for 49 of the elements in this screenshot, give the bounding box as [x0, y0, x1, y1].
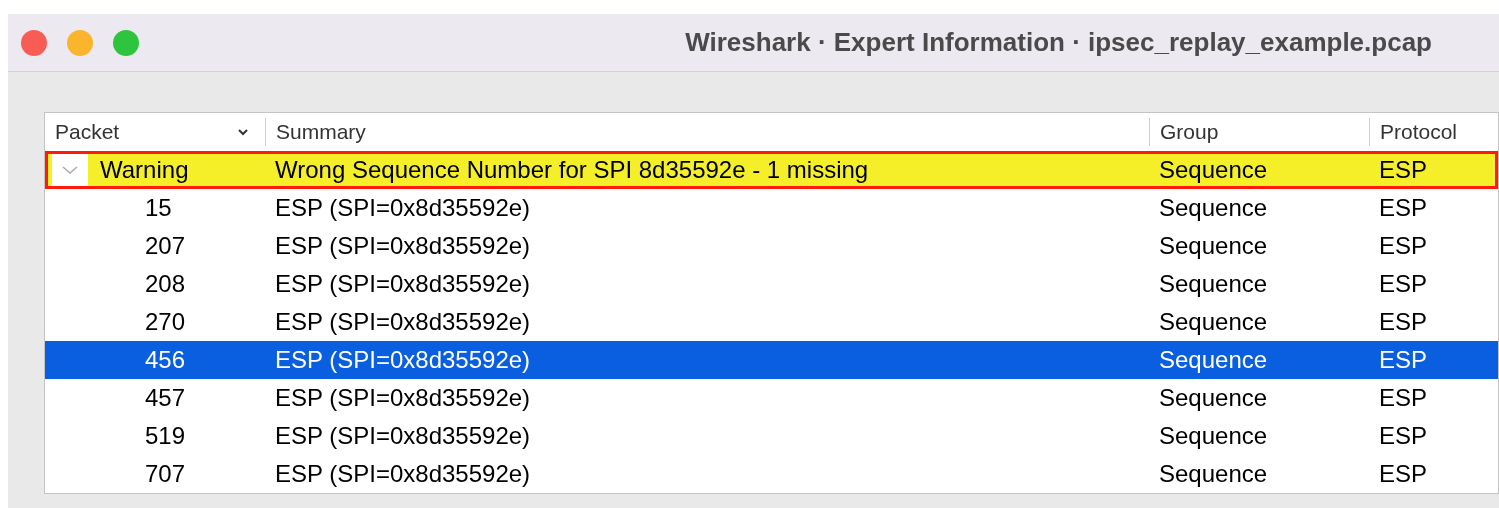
table-cell-text: ESP (SPI=0x8d35592e): [274, 345, 532, 375]
table-cell-text: ESP (SPI=0x8d35592e): [274, 231, 532, 261]
table-cell-text: 207: [144, 231, 187, 261]
zoom-button[interactable]: [113, 29, 139, 56]
minimize-button[interactable]: [67, 29, 93, 56]
table-cell-text: ESP: [1378, 383, 1429, 413]
table-cell-text: Sequence: [1158, 231, 1269, 261]
column-header[interactable]: Packet: [45, 118, 265, 146]
table-cell-text: ESP (SPI=0x8d35592e): [274, 383, 532, 413]
table-cell-text: 15: [144, 193, 173, 223]
table-cell-text: ESP: [1378, 231, 1429, 261]
table-cell-text: ESP: [1378, 421, 1429, 451]
table-cell-text: ESP: [1378, 155, 1429, 185]
sort-chevron-icon: [237, 128, 249, 136]
column-header[interactable]: Protocol: [1369, 118, 1498, 146]
table-cell-text: 456: [144, 345, 187, 375]
table-cell-text: Sequence: [1158, 269, 1269, 299]
warning-row[interactable]: Warning Wrong Sequence Number for SPI 8d35592e - 1 missing Sequence ESP: [45, 151, 1498, 189]
expand-toggle[interactable]: [52, 154, 88, 186]
column-header[interactable]: Summary: [265, 118, 1149, 146]
table-cell-text: ESP: [1378, 459, 1429, 489]
table-cell-text: 457: [144, 383, 187, 413]
table-cell-text: ESP (SPI=0x8d35592e): [274, 459, 532, 489]
table-cell-text: Sequence: [1158, 193, 1269, 223]
table-cell-text: Sequence: [1158, 307, 1269, 337]
close-button[interactable]: [21, 29, 47, 56]
table-cell-text: ESP: [1378, 345, 1429, 375]
table-cell-text: ESP: [1378, 307, 1429, 337]
table-cell-text: ESP: [1378, 269, 1429, 299]
table-cell-text: 208: [144, 269, 187, 299]
table-cell-text: 270: [144, 307, 187, 337]
table-cell-text: 707: [144, 459, 187, 489]
table-cell-text: ESP (SPI=0x8d35592e): [274, 193, 532, 223]
window-title: Wireshark · Expert Information · ipsec_replay_example.pcap: [685, 26, 1432, 59]
table-cell-text: 519: [144, 421, 187, 451]
table-cell-text: Sequence: [1158, 345, 1269, 375]
table-cell-text: ESP (SPI=0x8d35592e): [274, 269, 532, 299]
severity-label: Warning: [100, 155, 189, 185]
table-cell-text: Sequence: [1158, 459, 1269, 489]
table-cell-text: Wrong Sequence Number for SPI 8d35592e - 1 missing: [274, 155, 870, 185]
table-cell-text: ESP (SPI=0x8d35592e): [274, 421, 532, 451]
chevron-icon: [61, 165, 79, 175]
table-cell-text: Sequence: [1158, 421, 1269, 451]
table-cell-text: Sequence: [1158, 155, 1269, 185]
table-cell-text: Sequence: [1158, 383, 1269, 413]
table-cell-text: ESP: [1378, 193, 1429, 223]
table-cell-text: ESP (SPI=0x8d35592e): [274, 307, 532, 337]
packet-row[interactable]: 456 ESP (SPI=0x8d35592e) Sequence ESP: [45, 341, 1498, 379]
column-header[interactable]: Group: [1149, 118, 1369, 146]
